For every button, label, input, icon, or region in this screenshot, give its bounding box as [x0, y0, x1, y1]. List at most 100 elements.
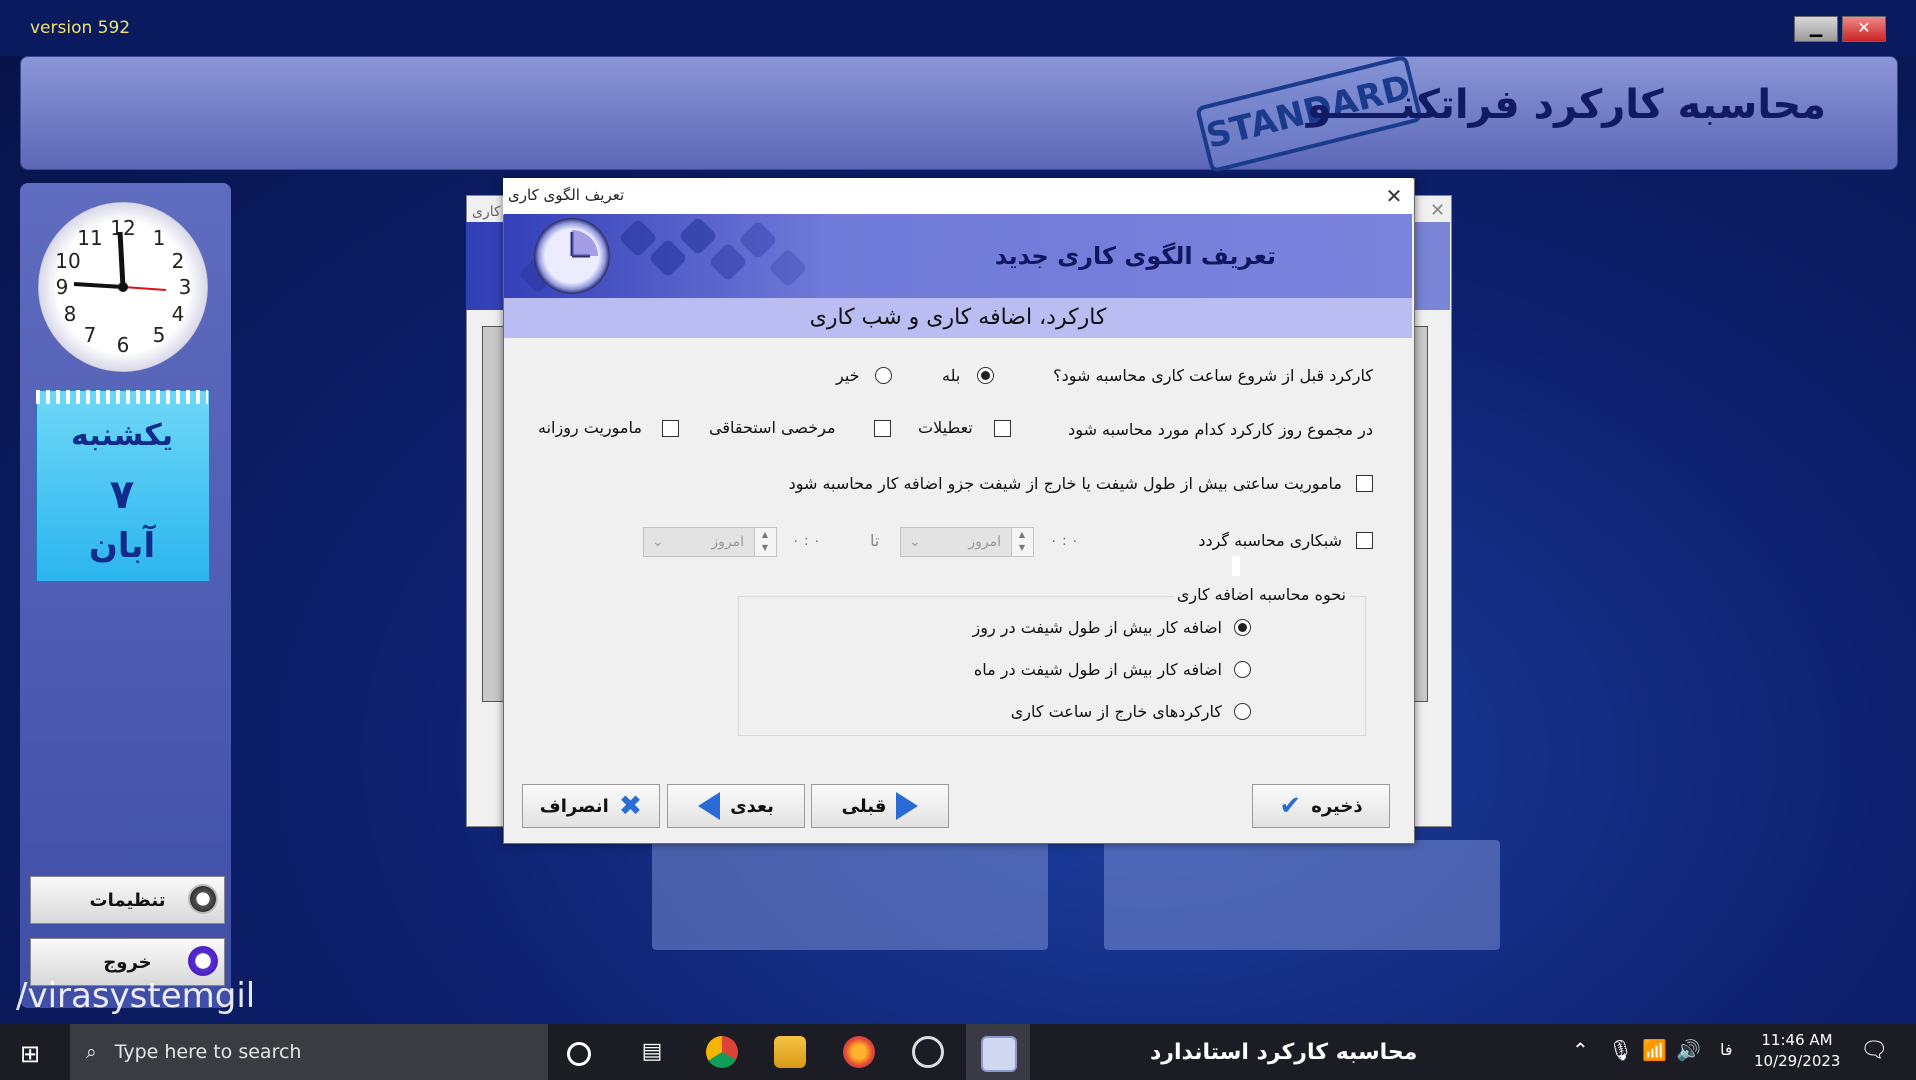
dialog-window-title: تعریف الگوی کاری [508, 186, 625, 204]
calendar-rings [36, 390, 208, 404]
network-icon[interactable]: 📶 [1642, 1038, 1667, 1062]
app-clock-icon[interactable] [981, 1036, 1017, 1072]
exit-label: خروج [103, 951, 152, 973]
taskbar-date: 10/29/2023 [1754, 1052, 1841, 1070]
dialog-close-icon[interactable]: ✕ [1378, 180, 1410, 212]
calendar-month: آبان [88, 526, 156, 566]
q1-no-label: خیر [836, 366, 860, 385]
chevron-down-icon: ⌄ [652, 534, 664, 550]
night-from-spinner[interactable]: ▲ ▼ [1010, 527, 1034, 557]
chevron-down-icon: ⌄ [909, 534, 921, 550]
task-view-icon[interactable]: ▤ [636, 1036, 668, 1068]
svg-text:4: 4 [172, 302, 185, 326]
background-dialog-title: کاری [472, 204, 501, 220]
firefox-icon[interactable] [843, 1036, 875, 1068]
night-to-label: تا [870, 531, 880, 550]
gear-icon [188, 884, 218, 914]
q2-holidays-checkbox[interactable] [994, 420, 1011, 437]
background-tile [1104, 840, 1500, 950]
volume-icon[interactable]: 🔊 [1676, 1038, 1701, 1062]
power-icon [188, 946, 218, 976]
svg-text:2: 2 [172, 249, 185, 273]
overtime-outside-radio[interactable] [1234, 703, 1251, 720]
arrow-left-icon [698, 792, 721, 820]
night-from-day-value: امروز [968, 534, 1001, 550]
version-label: version 592 [30, 18, 131, 38]
q1-yes-label: بله [942, 366, 961, 385]
q2-holidays-label: تعطیلات [918, 418, 973, 437]
language-indicator[interactable]: فا [1720, 1040, 1733, 1059]
dialog-subheader: کارکرد، اضافه کاری و شب کاری [504, 298, 1412, 338]
svg-text:9: 9 [56, 275, 69, 299]
night-to-spinner[interactable]: ▲ ▼ [753, 527, 777, 557]
svg-text:10: 10 [55, 249, 80, 273]
taskbar-clock[interactable]: 11:46 AM 10/29/2023 [1754, 1030, 1840, 1072]
background-dialog-close-icon[interactable]: ✕ [1430, 200, 1445, 221]
close-button[interactable]: ✕ [1842, 16, 1886, 42]
q2-leave-checkbox[interactable] [874, 420, 891, 437]
previous-button[interactable]: قبلی [811, 784, 949, 828]
save-button[interactable]: ذخیره ✔ [1252, 784, 1390, 828]
taskbar-search-placeholder: Type here to search [114, 1041, 302, 1063]
calendar-day: ۷ [109, 472, 135, 518]
notification-icon[interactable]: 🗨 [1860, 1038, 1888, 1063]
minimize-button[interactable]: ▁ [1794, 16, 1838, 42]
q3-checkbox[interactable] [1356, 475, 1373, 492]
q2-mission-checkbox[interactable] [662, 420, 679, 437]
chevron-up-icon[interactable]: ⌃ [1572, 1038, 1589, 1062]
dialog-header-title: تعریف الگوی کاری جدید [994, 242, 1276, 270]
q2-label: در مجموع روز کارکرد کدام مورد محاسبه شود [1068, 420, 1373, 439]
microphone-icon[interactable]: 🎙 [1608, 1038, 1633, 1062]
q2-leave-label: مرخصی استحقاقی [709, 418, 836, 437]
next-button[interactable]: بعدی [667, 784, 805, 828]
file-explorer-icon[interactable] [774, 1036, 806, 1068]
night-from-day-select[interactable]: امروز ⌄ [900, 527, 1012, 557]
svg-text:5: 5 [153, 323, 166, 347]
svg-text:12: 12 [110, 216, 135, 240]
settings-button[interactable]: تنظیمات [30, 876, 225, 924]
cancel-label: انصراف [539, 795, 609, 817]
svg-text:11: 11 [77, 226, 102, 250]
settings-label: تنظیمات [89, 889, 166, 911]
q1-yes-radio[interactable] [977, 367, 994, 384]
cortana-icon[interactable] [567, 1042, 591, 1066]
background-tile [652, 840, 1048, 950]
taskbar-search-box[interactable]: ⌕ Type here to search [70, 1024, 548, 1080]
cancel-icon: ✖ [618, 789, 643, 822]
overtime-monthly-radio[interactable] [1234, 661, 1251, 678]
night-to-day-select[interactable]: امروز ⌄ [643, 527, 755, 557]
windows-start-icon[interactable]: ⊞ [20, 1040, 40, 1068]
app-title: محاسبه کارکرد فراتکنـــــو [1306, 82, 1826, 128]
save-label: ذخیره [1311, 795, 1363, 817]
next-label: بعدی [730, 795, 774, 817]
title-bar [0, 0, 1916, 56]
cancel-button[interactable]: ✖ انصراف [522, 784, 660, 828]
q2-mission-label: ماموریت روزانه [538, 418, 642, 437]
night-to-day-value: امروز [711, 534, 744, 550]
overtime-outside-label: کارکردهای خارج از ساعت کاری [1010, 702, 1222, 721]
taskbar-time: 11:46 AM [1761, 1031, 1833, 1049]
screen-recorder-icon[interactable] [912, 1036, 944, 1068]
overtime-daily-radio[interactable] [1234, 619, 1251, 636]
night-work-checkbox[interactable] [1356, 532, 1373, 549]
previous-label: قبلی [841, 795, 887, 817]
mouse-cursor-icon [1232, 556, 1240, 576]
overtime-monthly-label: اضافه کار بیش از طول شیفت در ماه [973, 660, 1222, 679]
checkmark-icon: ✔ [1279, 791, 1302, 821]
q1-no-radio[interactable] [875, 367, 892, 384]
night-from-time-input[interactable]: ۰ : ۰ [1050, 527, 1120, 555]
overtime-group-title: نحوه محاسبه اضافه کاری [1172, 585, 1350, 604]
watermark-text: /virasystemgil [16, 976, 256, 1016]
svg-text:7: 7 [84, 323, 97, 347]
night-work-label: شبکاری محاسبه گردد [1198, 531, 1342, 550]
svg-text:6: 6 [117, 333, 130, 357]
night-to-time-input[interactable]: ۰ : ۰ [792, 527, 862, 555]
clock-icon: 12 1 2 345 678 9 10 11 [38, 202, 208, 372]
q1-label: کارکرد قبل از شروع ساعت کاری محاسبه شود؟ [1053, 366, 1373, 385]
search-icon: ⌕ [86, 1041, 97, 1063]
taskbar-active-app-title: محاسبه کارکرد استاندارد [1150, 1040, 1418, 1065]
calendar-weekday: یکشنبه [71, 418, 173, 453]
svg-text:8: 8 [64, 302, 77, 326]
chrome-icon[interactable] [706, 1036, 738, 1068]
svg-text:3: 3 [179, 275, 192, 299]
